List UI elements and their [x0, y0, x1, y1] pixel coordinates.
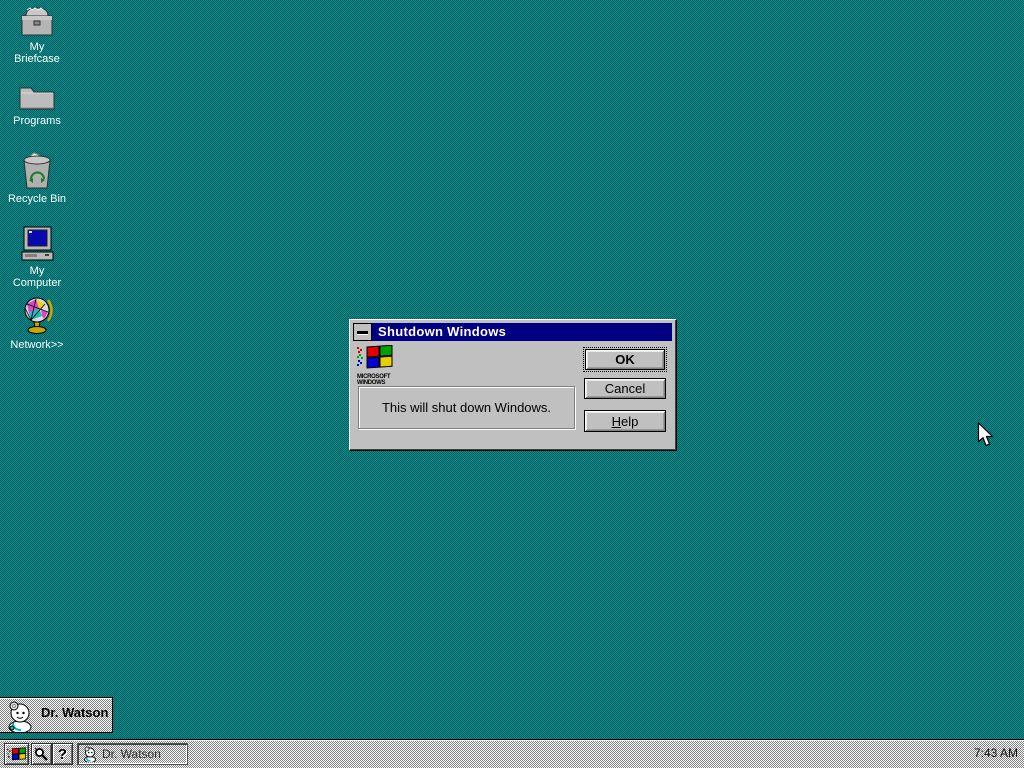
message-groupbox: This will shut down Windows. [358, 386, 575, 429]
briefcase-icon [20, 6, 54, 38]
minimized-window-title: Dr. Watson [41, 705, 108, 720]
magnifier-icon [34, 747, 49, 762]
taskbar-help-button[interactable]: ? [52, 743, 73, 765]
icon-label-line: Programs [0, 115, 74, 127]
icon-label-line: My [0, 265, 74, 277]
taskbar-clock: 7:43 AM [974, 746, 1018, 760]
help-button-accel: H [612, 414, 621, 429]
start-button[interactable] [4, 743, 29, 765]
desktop-icon-network[interactable]: Network>> [0, 296, 74, 351]
shutdown-dialog: Shutdown Windows MICROSOFT WINDOWS [349, 319, 676, 450]
question-mark-icon: ? [58, 747, 67, 762]
dialog-body: MICROSOFT WINDOWS This will shut down Wi… [353, 341, 672, 442]
desktop-icon-my-briefcase[interactable]: My Briefcase [0, 6, 74, 65]
icon-label-line: Computer [0, 277, 74, 289]
minimized-window-dr-watson[interactable]: Dr. Watson [0, 697, 113, 733]
desktop-icon-programs[interactable]: Programs [0, 82, 74, 127]
globe-icon [17, 296, 57, 336]
desktop-icon-my-computer[interactable]: My Computer [0, 226, 74, 289]
dr-watson-icon [4, 700, 36, 732]
help-button-rest: elp [621, 414, 638, 429]
desktop-icon-label: My Computer [0, 265, 74, 289]
dr-watson-icon [82, 746, 98, 762]
desktop-icon-label: My Briefcase [0, 41, 74, 65]
windows-flag-icon [7, 747, 26, 761]
desktop-icon-label: Programs [0, 115, 74, 127]
ok-button-focus-ring: OK [583, 347, 667, 372]
icon-label-line: Briefcase [0, 53, 74, 65]
system-menu-icon [357, 331, 368, 334]
find-button[interactable] [31, 743, 52, 765]
arrow-cursor-icon [977, 422, 995, 448]
dialog-title: Shutdown Windows [372, 323, 672, 341]
icon-label-line: Network>> [0, 339, 74, 351]
system-menu-button[interactable] [353, 323, 372, 341]
desktop-icon-label: Recycle Bin [0, 193, 74, 205]
cancel-button[interactable]: Cancel [584, 378, 666, 399]
icon-label-line: My [0, 41, 74, 53]
desktop: { "desktop": { "icons": [ { "name": "my-… [0, 0, 1024, 768]
dialog-message: This will shut down Windows. [382, 400, 551, 415]
desktop-icon-label: Network>> [0, 339, 74, 351]
task-button-dr-watson[interactable]: Dr. Watson [77, 743, 188, 765]
help-button[interactable]: Help [584, 410, 666, 432]
recycle-bin-icon [19, 152, 55, 190]
folder-icon [18, 82, 56, 112]
taskbar: ? Dr. Watson [0, 740, 1024, 768]
ok-button[interactable]: OK [585, 349, 665, 370]
icon-label-line: Recycle Bin [0, 193, 74, 205]
task-button-label: Dr. Watson [102, 747, 161, 761]
mouse-cursor [977, 422, 995, 453]
dialog-titlebar[interactable]: Shutdown Windows [353, 323, 672, 341]
desktop-icon-recycle-bin[interactable]: Recycle Bin [0, 152, 74, 205]
windows-logo: MICROSOFT WINDOWS [357, 345, 399, 386]
windows-flag-icon [357, 345, 393, 369]
computer-icon [19, 226, 56, 262]
